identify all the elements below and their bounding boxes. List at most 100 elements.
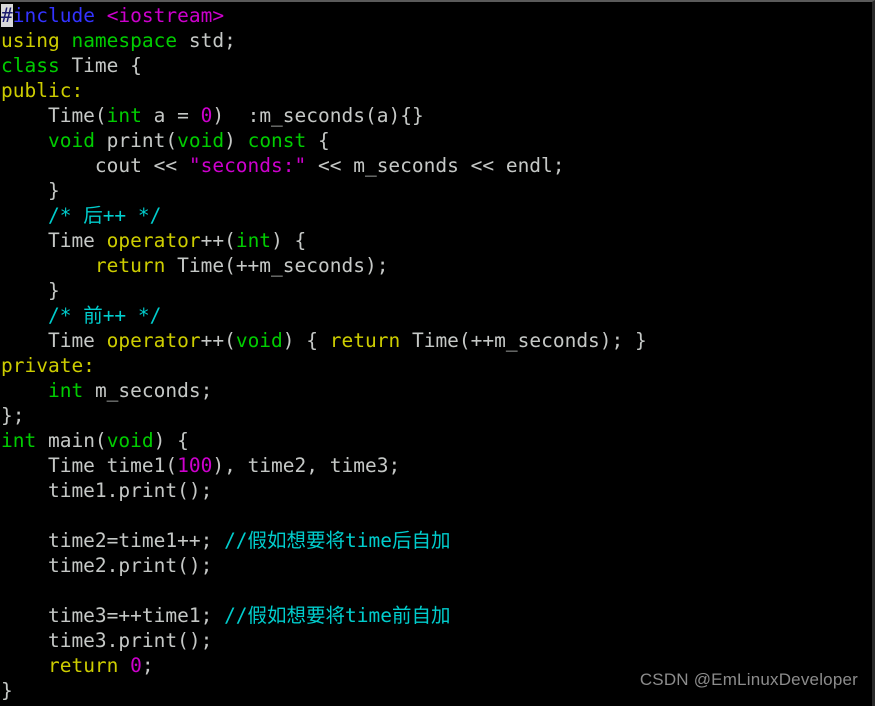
code-line[interactable]: time1.print();: [1, 478, 872, 503]
code-token: ) {: [153, 429, 189, 452]
code-token: ++(: [200, 329, 236, 352]
code-line[interactable]: return Time(++m_seconds);: [1, 253, 872, 278]
code-line[interactable]: Time operator++(void) { return Time(++m_…: [1, 328, 872, 353]
code-line[interactable]: class Time {: [1, 53, 872, 78]
code-line[interactable]: cout << "seconds:" << m_seconds << endl;: [1, 153, 872, 178]
code-token: Time(++m_seconds); }: [400, 329, 647, 352]
code-line[interactable]: /* 前++ */: [1, 303, 872, 328]
code-line[interactable]: }: [1, 278, 872, 303]
code-line[interactable]: using namespace std;: [1, 28, 872, 53]
code-line[interactable]: time3.print();: [1, 628, 872, 653]
code-token: Time time1(: [1, 454, 178, 477]
code-line[interactable]: Time operator++(int) {: [1, 228, 872, 253]
code-token: 0: [200, 104, 213, 127]
code-token: print(: [94, 129, 178, 152]
code-token: int: [106, 104, 142, 127]
code-token: namespace: [71, 29, 178, 52]
code-token: Time: [1, 229, 107, 252]
code-token: ++(: [200, 229, 236, 252]
code-line[interactable]: }: [1, 178, 872, 203]
code-line[interactable]: time2=time1++; //假如想要将time后自加: [1, 528, 872, 553]
editor-window: #include <iostream> using namespace std; c…: [0, 0, 875, 706]
code-token: return: [47, 654, 119, 677]
code-token: <iostream>: [106, 4, 225, 27]
code-line[interactable]: Time(int a = 0) :m_seconds(a){}: [1, 103, 872, 128]
code-token: void: [177, 129, 225, 152]
code-token: int: [235, 229, 272, 252]
code-line[interactable]: int m_seconds;: [1, 378, 872, 403]
code-token: 100: [177, 454, 213, 477]
code-token: ), time2, time3;: [212, 454, 401, 477]
code-token: void: [106, 429, 154, 452]
code-token: time3=++time1;: [1, 604, 225, 627]
code-token: time3.print();: [1, 629, 213, 652]
csdn-watermark: CSDN @EmLinuxDeveloper: [639, 670, 858, 689]
code-token: {: [306, 129, 330, 152]
code-token: return: [94, 254, 166, 277]
code-token: include: [12, 4, 95, 27]
code-line[interactable]: private:: [1, 353, 872, 378]
code-token: std;: [177, 29, 236, 52]
code-token: Time(++m_seconds);: [165, 254, 389, 277]
code-line[interactable]: [1, 578, 872, 603]
code-line[interactable]: #include <iostream>: [1, 3, 872, 28]
code-token: return: [329, 329, 401, 352]
code-token: Time {: [59, 54, 142, 77]
code-token: };: [1, 404, 25, 427]
code-line[interactable]: [1, 503, 872, 528]
code-token: /* 后++ */: [47, 204, 162, 227]
code-token: "seconds:": [188, 154, 307, 177]
code-line[interactable]: time3=++time1; //假如想要将time前自加: [1, 603, 872, 628]
code-token: using: [1, 29, 60, 52]
code-line[interactable]: Time time1(100), time2, time3;: [1, 453, 872, 478]
code-line[interactable]: public:: [1, 78, 872, 103]
code-token: }: [1, 679, 13, 702]
code-token: time1.print();: [1, 479, 213, 502]
code-token: }: [1, 279, 60, 302]
code-token: operator: [106, 229, 201, 252]
code-token: << m_seconds << endl;: [306, 154, 565, 177]
code-line[interactable]: };: [1, 403, 872, 428]
code-token: m_seconds;: [83, 379, 213, 402]
code-token: ): [224, 129, 248, 152]
code-line[interactable]: void print(void) const {: [1, 128, 872, 153]
code-token: public:: [1, 79, 84, 102]
code-line[interactable]: int main(void) {: [1, 428, 872, 453]
code-token: //假如想要将time前自加: [224, 604, 451, 627]
code-line[interactable]: time2.print();: [1, 553, 872, 578]
code-editor-buffer[interactable]: #include <iostream> using namespace std; c…: [0, 2, 872, 706]
code-token: Time: [1, 329, 107, 352]
code-token: int: [47, 379, 84, 402]
code-token: time2=time1++;: [1, 529, 225, 552]
code-token: void: [235, 329, 283, 352]
code-token: ;: [141, 654, 154, 677]
code-token: ) {: [271, 229, 307, 252]
code-token: cout <<: [1, 154, 189, 177]
code-token: /* 前++ */: [47, 304, 162, 327]
code-token: ) :m_seconds(a){}: [212, 104, 424, 127]
code-token: //假如想要将time后自加: [224, 529, 451, 552]
code-token: int: [1, 429, 37, 452]
code-token: ) {: [282, 329, 330, 352]
code-token: Time(: [1, 104, 107, 127]
code-token: const: [247, 129, 307, 152]
code-token: a =: [141, 104, 201, 127]
code-token: main(: [36, 429, 107, 452]
code-token: time2.print();: [1, 554, 213, 577]
code-token: class: [1, 54, 60, 77]
code-token: operator: [106, 329, 201, 352]
code-token: private:: [1, 354, 95, 377]
code-token: void: [47, 129, 95, 152]
code-line[interactable]: /* 后++ */: [1, 203, 872, 228]
code-token: }: [1, 179, 60, 202]
block-cursor: #: [1, 4, 13, 27]
code-token: 0: [130, 654, 142, 677]
